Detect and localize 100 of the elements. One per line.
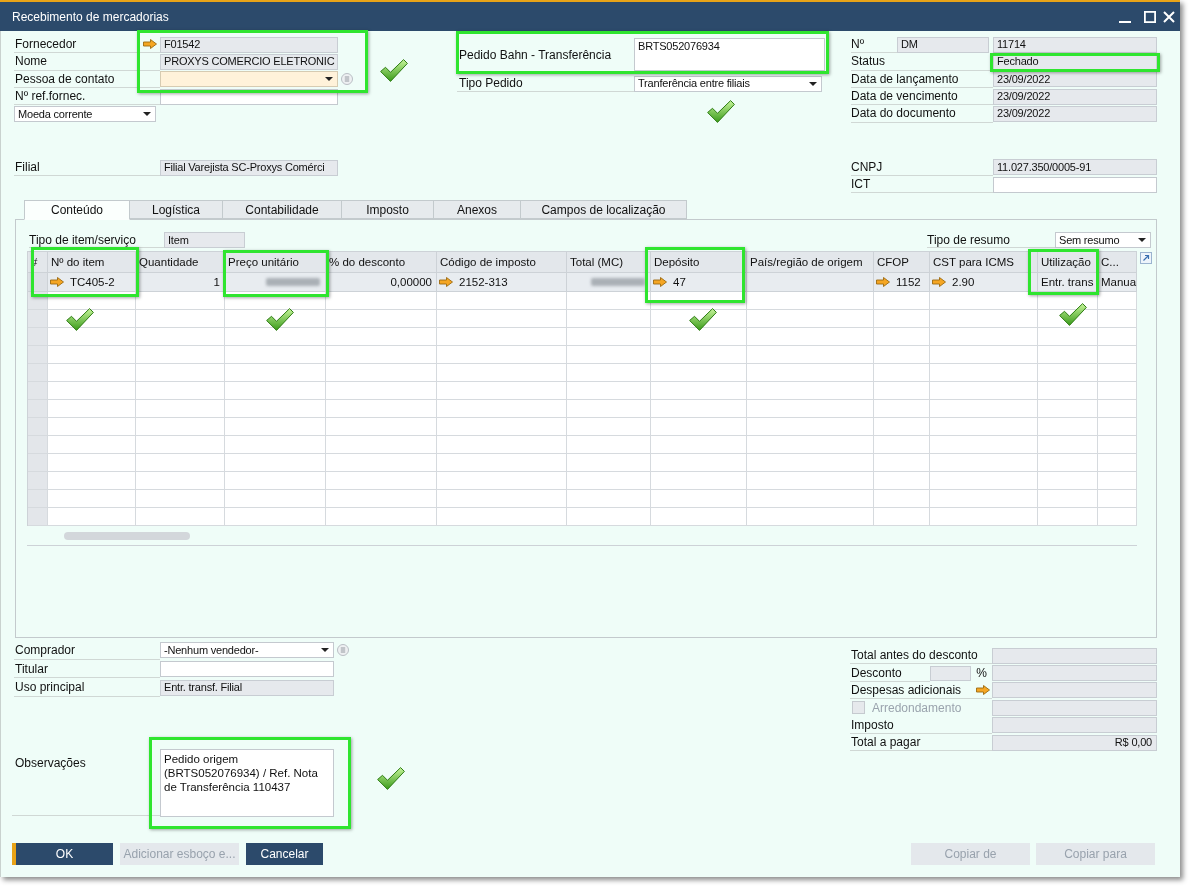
table-cell[interactable] <box>48 508 136 526</box>
readonly-field[interactable] <box>930 665 971 681</box>
table-cell[interactable] <box>136 508 225 526</box>
dropdown-field[interactable]: -Nenhum vendedor- <box>160 642 334 659</box>
table-cell[interactable] <box>326 292 437 310</box>
table-cell[interactable] <box>651 364 747 382</box>
table-cell[interactable] <box>567 508 651 526</box>
table-cell[interactable] <box>874 508 930 526</box>
table-cell[interactable] <box>567 472 651 490</box>
list-circle-icon[interactable] <box>341 73 353 86</box>
table-cell[interactable] <box>747 436 874 454</box>
table-cell[interactable] <box>930 382 1038 400</box>
table-cell[interactable] <box>28 508 48 526</box>
table-cell[interactable]: 47 <box>651 273 747 292</box>
table-cell[interactable] <box>48 346 136 364</box>
table-cell[interactable] <box>28 382 48 400</box>
table-cell[interactable] <box>1038 418 1098 436</box>
table-cell[interactable] <box>1038 382 1098 400</box>
table-cell[interactable] <box>1098 346 1137 364</box>
table-cell[interactable] <box>225 400 326 418</box>
table-cell[interactable] <box>1098 490 1137 508</box>
table-cell[interactable] <box>567 454 651 472</box>
link-arrow-icon[interactable] <box>932 277 946 287</box>
table-cell[interactable] <box>930 400 1038 418</box>
table-cell[interactable] <box>437 454 567 472</box>
table-cell[interactable] <box>747 273 874 292</box>
table-cell[interactable] <box>747 472 874 490</box>
column-header[interactable]: Total (MC) <box>567 252 651 273</box>
table-cell[interactable] <box>437 292 567 310</box>
table-cell[interactable] <box>136 310 225 328</box>
text-area-field[interactable]: Pedido origem (BRTS052076934) / Ref. Nota de Transferência 110437 <box>160 749 334 818</box>
table-cell[interactable] <box>437 328 567 346</box>
table-cell[interactable] <box>1098 436 1137 454</box>
readonly-field[interactable]: 23/09/2022 <box>993 88 1157 105</box>
table-cell[interactable]: 2152-313 <box>437 273 567 292</box>
table-cell[interactable] <box>874 472 930 490</box>
readonly-field[interactable]: 23/09/2022 <box>993 105 1157 122</box>
table-cell[interactable] <box>437 382 567 400</box>
table-cell[interactable] <box>326 310 437 328</box>
table-cell[interactable] <box>874 328 930 346</box>
table-cell[interactable] <box>567 418 651 436</box>
table-cell[interactable] <box>28 418 48 436</box>
table-cell[interactable] <box>1098 364 1137 382</box>
table-cell[interactable] <box>874 436 930 454</box>
table-cell[interactable] <box>651 436 747 454</box>
table-cell[interactable] <box>225 273 326 292</box>
column-header[interactable]: Código de imposto <box>437 252 567 273</box>
table-cell[interactable] <box>136 364 225 382</box>
table-cell[interactable] <box>930 472 1038 490</box>
column-header[interactable]: C... <box>1098 252 1137 273</box>
table-cell[interactable]: Entr. trans <box>1038 273 1098 292</box>
table-cell[interactable] <box>225 382 326 400</box>
table-cell[interactable] <box>437 472 567 490</box>
table-cell[interactable] <box>874 454 930 472</box>
table-cell[interactable] <box>48 490 136 508</box>
link-arrow-icon[interactable] <box>976 684 990 695</box>
table-cell[interactable] <box>874 382 930 400</box>
table-cell[interactable] <box>326 400 437 418</box>
readonly-field[interactable]: R$ 0,00 <box>992 734 1157 751</box>
table-cell[interactable] <box>48 454 136 472</box>
table-cell[interactable] <box>136 382 225 400</box>
table-cell[interactable] <box>136 454 225 472</box>
table-cell[interactable] <box>1098 328 1137 346</box>
table-cell[interactable] <box>225 436 326 454</box>
table-cell[interactable] <box>1098 292 1137 310</box>
minimize-icon[interactable] <box>1119 20 1131 23</box>
table-cell[interactable] <box>930 508 1038 526</box>
table-cell[interactable] <box>326 436 437 454</box>
table-cell[interactable] <box>747 490 874 508</box>
table-cell[interactable] <box>874 364 930 382</box>
table-cell[interactable] <box>225 472 326 490</box>
table-cell[interactable] <box>1038 364 1098 382</box>
table-cell[interactable] <box>1038 508 1098 526</box>
table-cell[interactable] <box>136 346 225 364</box>
table-cell[interactable] <box>567 273 651 292</box>
table-cell[interactable] <box>930 436 1038 454</box>
link-arrow-icon[interactable] <box>876 277 890 287</box>
table-cell[interactable] <box>874 310 930 328</box>
table-cell[interactable] <box>437 436 567 454</box>
table-cell[interactable] <box>136 400 225 418</box>
link-arrow-icon[interactable] <box>439 277 453 287</box>
tab[interactable]: Contabilidade <box>222 200 342 219</box>
table-cell[interactable] <box>326 472 437 490</box>
table-cell[interactable] <box>28 364 48 382</box>
table-cell[interactable] <box>567 328 651 346</box>
column-header[interactable]: Depósito <box>651 252 747 273</box>
tab[interactable]: Imposto <box>341 200 434 219</box>
table-cell[interactable] <box>1098 418 1137 436</box>
readonly-field[interactable]: Item <box>164 232 245 248</box>
table-cell[interactable] <box>225 418 326 436</box>
tab[interactable]: Anexos <box>433 200 521 219</box>
column-header[interactable]: CST para ICMS <box>930 252 1038 273</box>
dialog-button[interactable]: Cancelar <box>246 843 323 865</box>
tab[interactable]: Campos de localização <box>520 200 687 219</box>
table-cell[interactable] <box>48 400 136 418</box>
table-cell[interactable] <box>567 292 651 310</box>
table-cell[interactable]: 2.90 <box>930 273 1038 292</box>
text-field[interactable] <box>160 661 334 678</box>
table-cell[interactable] <box>567 346 651 364</box>
table-cell[interactable] <box>326 382 437 400</box>
